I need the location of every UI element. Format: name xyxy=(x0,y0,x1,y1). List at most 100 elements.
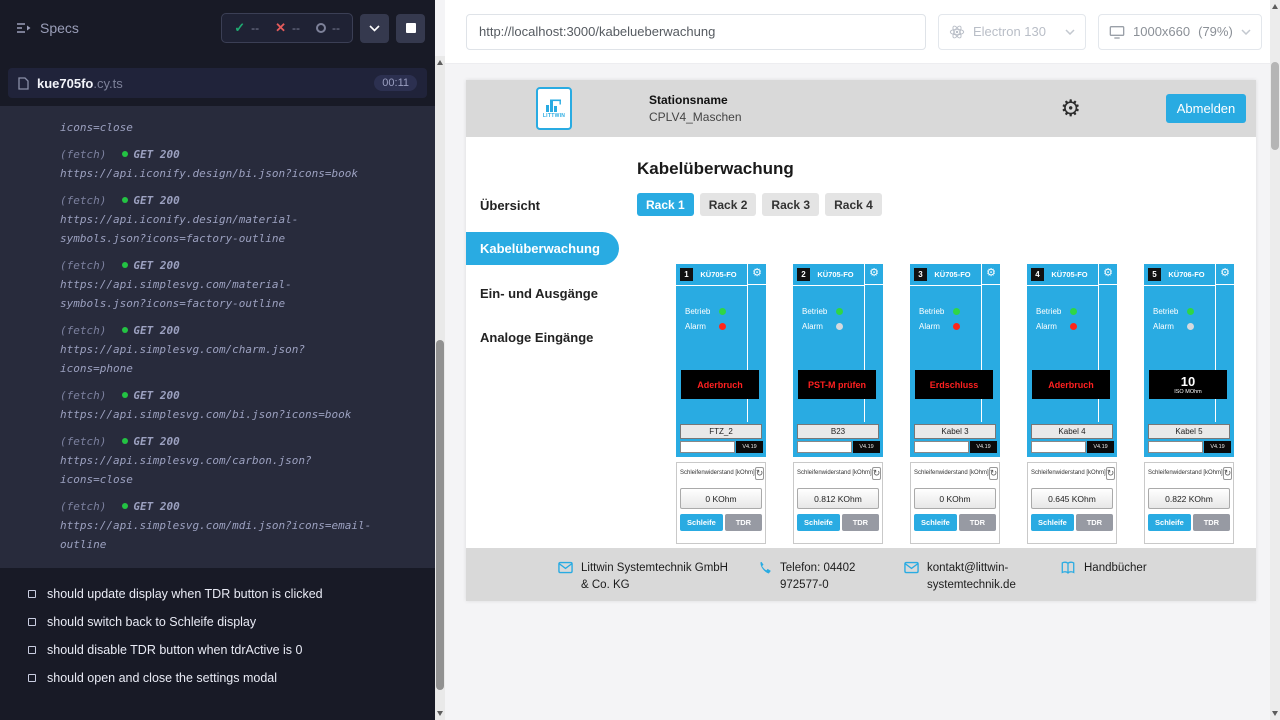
sidebar-item-uebersicht[interactable]: Übersicht xyxy=(466,183,621,227)
rack-number: 5 xyxy=(1148,268,1161,281)
resistance-panel: Schleifenwiderstand [kOhm]↻ 0.812 KOhm S… xyxy=(793,462,883,544)
rack-card-5: 5KÜ706-FO ⚙ Betrieb Alarm 10ISO MOhm Kab… xyxy=(1144,264,1234,544)
test-item[interactable]: should update display when TDR button is… xyxy=(28,580,427,608)
gear-icon[interactable]: ⚙ xyxy=(1216,264,1234,285)
test-item[interactable]: should open and close the settings modal xyxy=(28,664,427,692)
resistance-panel: Schleifenwiderstand [kOhm]↻ 0 KOhm Schle… xyxy=(676,462,766,544)
test-title: should open and close the settings modal xyxy=(47,671,277,685)
viewport-select[interactable]: 1000x660 (79%) xyxy=(1098,14,1262,50)
rack-number: 4 xyxy=(1031,268,1044,281)
tdr-button[interactable]: TDR xyxy=(1076,514,1113,531)
resistance-value: 0.812 KOhm xyxy=(797,488,879,509)
gear-icon[interactable]: ⚙ xyxy=(865,264,883,285)
gear-icon[interactable]: ⚙ xyxy=(748,264,766,285)
scroll-down-arrow-icon[interactable] xyxy=(437,711,443,716)
refresh-icon[interactable]: ↻ xyxy=(1106,467,1116,480)
footer-email[interactable]: kontakt@littwin-systemtechnik.de xyxy=(904,560,1006,595)
tab-rack-2[interactable]: Rack 2 xyxy=(700,193,757,216)
log-command: (fetch) xyxy=(60,324,106,337)
gear-icon[interactable]: ⚙ xyxy=(1099,264,1117,285)
test-bullet-icon xyxy=(28,618,36,626)
tab-rack-1[interactable]: Rack 1 xyxy=(637,193,694,216)
sidebar-item-kabelueberwachung[interactable]: Kabelüberwachung xyxy=(466,232,619,265)
test-bullet-icon xyxy=(28,590,36,598)
tab-rack-3[interactable]: Rack 3 xyxy=(762,193,819,216)
log-status: GET 200 xyxy=(133,324,179,337)
scroll-up-arrow-icon[interactable] xyxy=(1272,4,1278,9)
refresh-icon[interactable]: ↻ xyxy=(989,467,999,480)
rack-card-4: 4KÜ705-FO ⚙ Betrieb Alarm Aderbruch Kabe… xyxy=(1027,264,1117,544)
stat-pending: -- xyxy=(316,21,340,35)
browser-select[interactable]: Electron 130 xyxy=(938,14,1086,50)
spec-file-row[interactable]: kue705fo .cy.ts 00:11 xyxy=(8,68,427,98)
chevron-down-icon xyxy=(1241,29,1251,35)
page-scrollbar-thumb[interactable] xyxy=(1271,62,1279,150)
log-status: GET 200 xyxy=(133,259,179,272)
log-entry[interactable]: (fetch)GET 200 https://api.simplesvg.com… xyxy=(60,432,417,489)
version-badge: V4.19 xyxy=(1087,441,1114,453)
log-command: (fetch) xyxy=(60,148,106,161)
book-icon xyxy=(1060,561,1076,575)
rack-model: KÜ706-FO xyxy=(1161,270,1212,279)
refresh-icon[interactable]: ↻ xyxy=(872,467,882,480)
schleife-button[interactable]: Schleife xyxy=(1148,514,1191,531)
gear-icon[interactable]: ⚙ xyxy=(982,264,1000,285)
test-item[interactable]: should switch back to Schleife display xyxy=(28,608,427,636)
tdr-button[interactable]: TDR xyxy=(725,514,762,531)
reporter-scrollbar xyxy=(435,56,445,720)
station-info: Stationsname CPLV4_Maschen xyxy=(649,93,742,124)
stop-run-button[interactable] xyxy=(396,14,425,43)
logout-button[interactable]: Abmelden xyxy=(1166,94,1246,123)
status-display: Aderbruch xyxy=(681,370,759,399)
led-block: Betrieb Alarm xyxy=(919,304,960,334)
tdr-button[interactable]: TDR xyxy=(1193,514,1230,531)
url-input[interactable]: http://localhost:3000/kabelueberwachung xyxy=(466,14,926,50)
refresh-icon[interactable]: ↻ xyxy=(755,467,765,480)
alarm-led xyxy=(719,323,726,330)
log-entry[interactable]: (fetch)GET 200 https://api.iconify.desig… xyxy=(60,145,417,183)
settings-gear-icon[interactable]: ⚙ xyxy=(1060,97,1081,120)
log-entry[interactable]: (fetch)GET 200 https://api.iconify.desig… xyxy=(60,191,417,248)
log-entry[interactable]: (fetch)GET 200 https://api.simplesvg.com… xyxy=(60,497,417,554)
logo-text: LITTWIN xyxy=(543,113,565,119)
rack-cards-row: 1KÜ705-FO ⚙ Betrieb Alarm Aderbruch FTZ_… xyxy=(676,264,1256,544)
scroll-to-bottom-button[interactable] xyxy=(360,14,389,43)
indicator-box xyxy=(914,441,969,453)
scroll-down-arrow-icon[interactable] xyxy=(1272,711,1278,716)
log-entry[interactable]: (fetch)GET 200 https://api.simplesvg.com… xyxy=(60,256,417,313)
log-status: GET 200 xyxy=(133,389,179,402)
schleife-button[interactable]: Schleife xyxy=(680,514,723,531)
circle-icon xyxy=(316,23,326,33)
spec-name: kue705fo xyxy=(37,76,93,91)
test-item[interactable]: should disable TDR button when tdrActive… xyxy=(28,636,427,664)
log-url: https://api.simplesvg.com/charm.json?ico… xyxy=(60,340,372,378)
specs-list-icon xyxy=(16,22,32,34)
sidebar-item-ein-und-ausgaenge[interactable]: Ein- und Ausgänge xyxy=(466,271,621,315)
footer-phone[interactable]: Telefon: 04402 972577-0 xyxy=(758,560,882,595)
chevron-down-icon xyxy=(369,25,380,32)
divider xyxy=(793,285,864,286)
alarm-label: Alarm xyxy=(919,322,953,331)
log-entry[interactable]: (fetch)GET 200 https://api.simplesvg.com… xyxy=(60,386,417,424)
log-entry[interactable]: (fetch) GET 200 https://api.simplesvg.com… xyxy=(60,321,417,378)
schleife-button[interactable]: Schleife xyxy=(797,514,840,531)
app-main-content: Kabelüberwachung Rack 1 Rack 2 Rack 3 Ra… xyxy=(621,137,1256,548)
footer-manuals-link[interactable]: Handbücher xyxy=(1060,560,1147,577)
refresh-icon[interactable]: ↻ xyxy=(1223,467,1233,480)
sidebar-item-analoge-eingaenge[interactable]: Analoge Eingänge xyxy=(466,315,621,359)
tdr-button[interactable]: TDR xyxy=(842,514,879,531)
schleife-button[interactable]: Schleife xyxy=(1031,514,1074,531)
betrieb-led xyxy=(953,308,960,315)
reporter-scrollbar-thumb[interactable] xyxy=(436,340,444,690)
scroll-up-arrow-icon[interactable] xyxy=(437,60,443,65)
log-url: https://api.iconify.design/bi.json?icons… xyxy=(60,164,372,183)
resistance-label: Schleifenwiderstand [kOhm] xyxy=(914,467,989,477)
tab-rack-4[interactable]: Rack 4 xyxy=(825,193,882,216)
electron-icon xyxy=(949,24,965,40)
resistance-panel: Schleifenwiderstand [kOhm]↻ 0 KOhm Schle… xyxy=(910,462,1000,544)
rack-tabs: Rack 1 Rack 2 Rack 3 Rack 4 xyxy=(637,193,1256,216)
betrieb-label: Betrieb xyxy=(1153,307,1187,316)
specs-toggle[interactable]: Specs xyxy=(16,20,79,36)
tdr-button[interactable]: TDR xyxy=(959,514,996,531)
schleife-button[interactable]: Schleife xyxy=(914,514,957,531)
